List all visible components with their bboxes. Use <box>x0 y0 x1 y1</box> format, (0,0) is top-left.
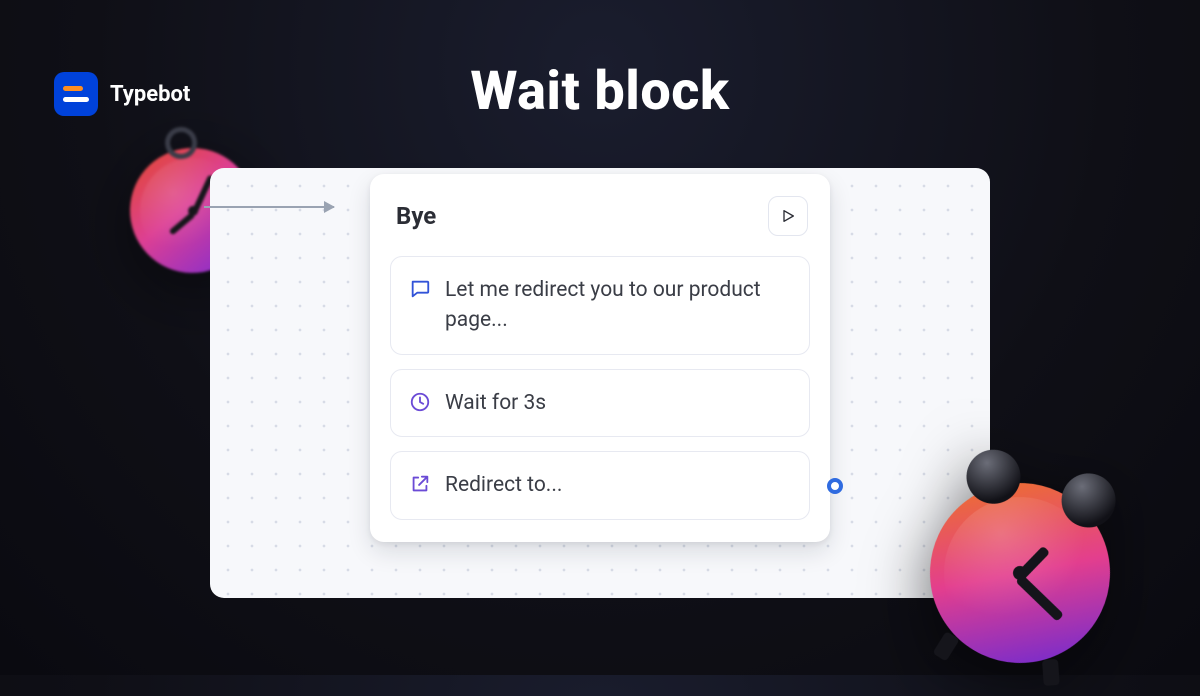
play-icon <box>780 208 796 224</box>
step-redirect[interactable]: Redirect to... <box>390 451 810 519</box>
step-label: Redirect to... <box>445 470 562 500</box>
preview-button[interactable] <box>768 196 808 236</box>
external-link-icon <box>409 473 431 499</box>
step-text[interactable]: Let me redirect you to our product page.… <box>390 256 810 355</box>
connection-port-icon[interactable] <box>827 478 843 494</box>
connection-arrow-icon <box>204 206 334 208</box>
step-label: Let me redirect you to our product page.… <box>445 275 791 336</box>
editor-canvas[interactable]: Bye Let me redirect you to our product p… <box>210 168 990 598</box>
step-wait[interactable]: Wait for 3s <box>390 369 810 437</box>
page-title: Wait block <box>0 60 1200 123</box>
block-card[interactable]: Bye Let me redirect you to our product p… <box>370 174 830 542</box>
block-header: Bye <box>390 192 810 236</box>
clock-icon <box>409 391 431 417</box>
block-title[interactable]: Bye <box>396 202 436 230</box>
chat-bubble-icon <box>409 278 431 304</box>
step-label: Wait for 3s <box>445 388 546 418</box>
